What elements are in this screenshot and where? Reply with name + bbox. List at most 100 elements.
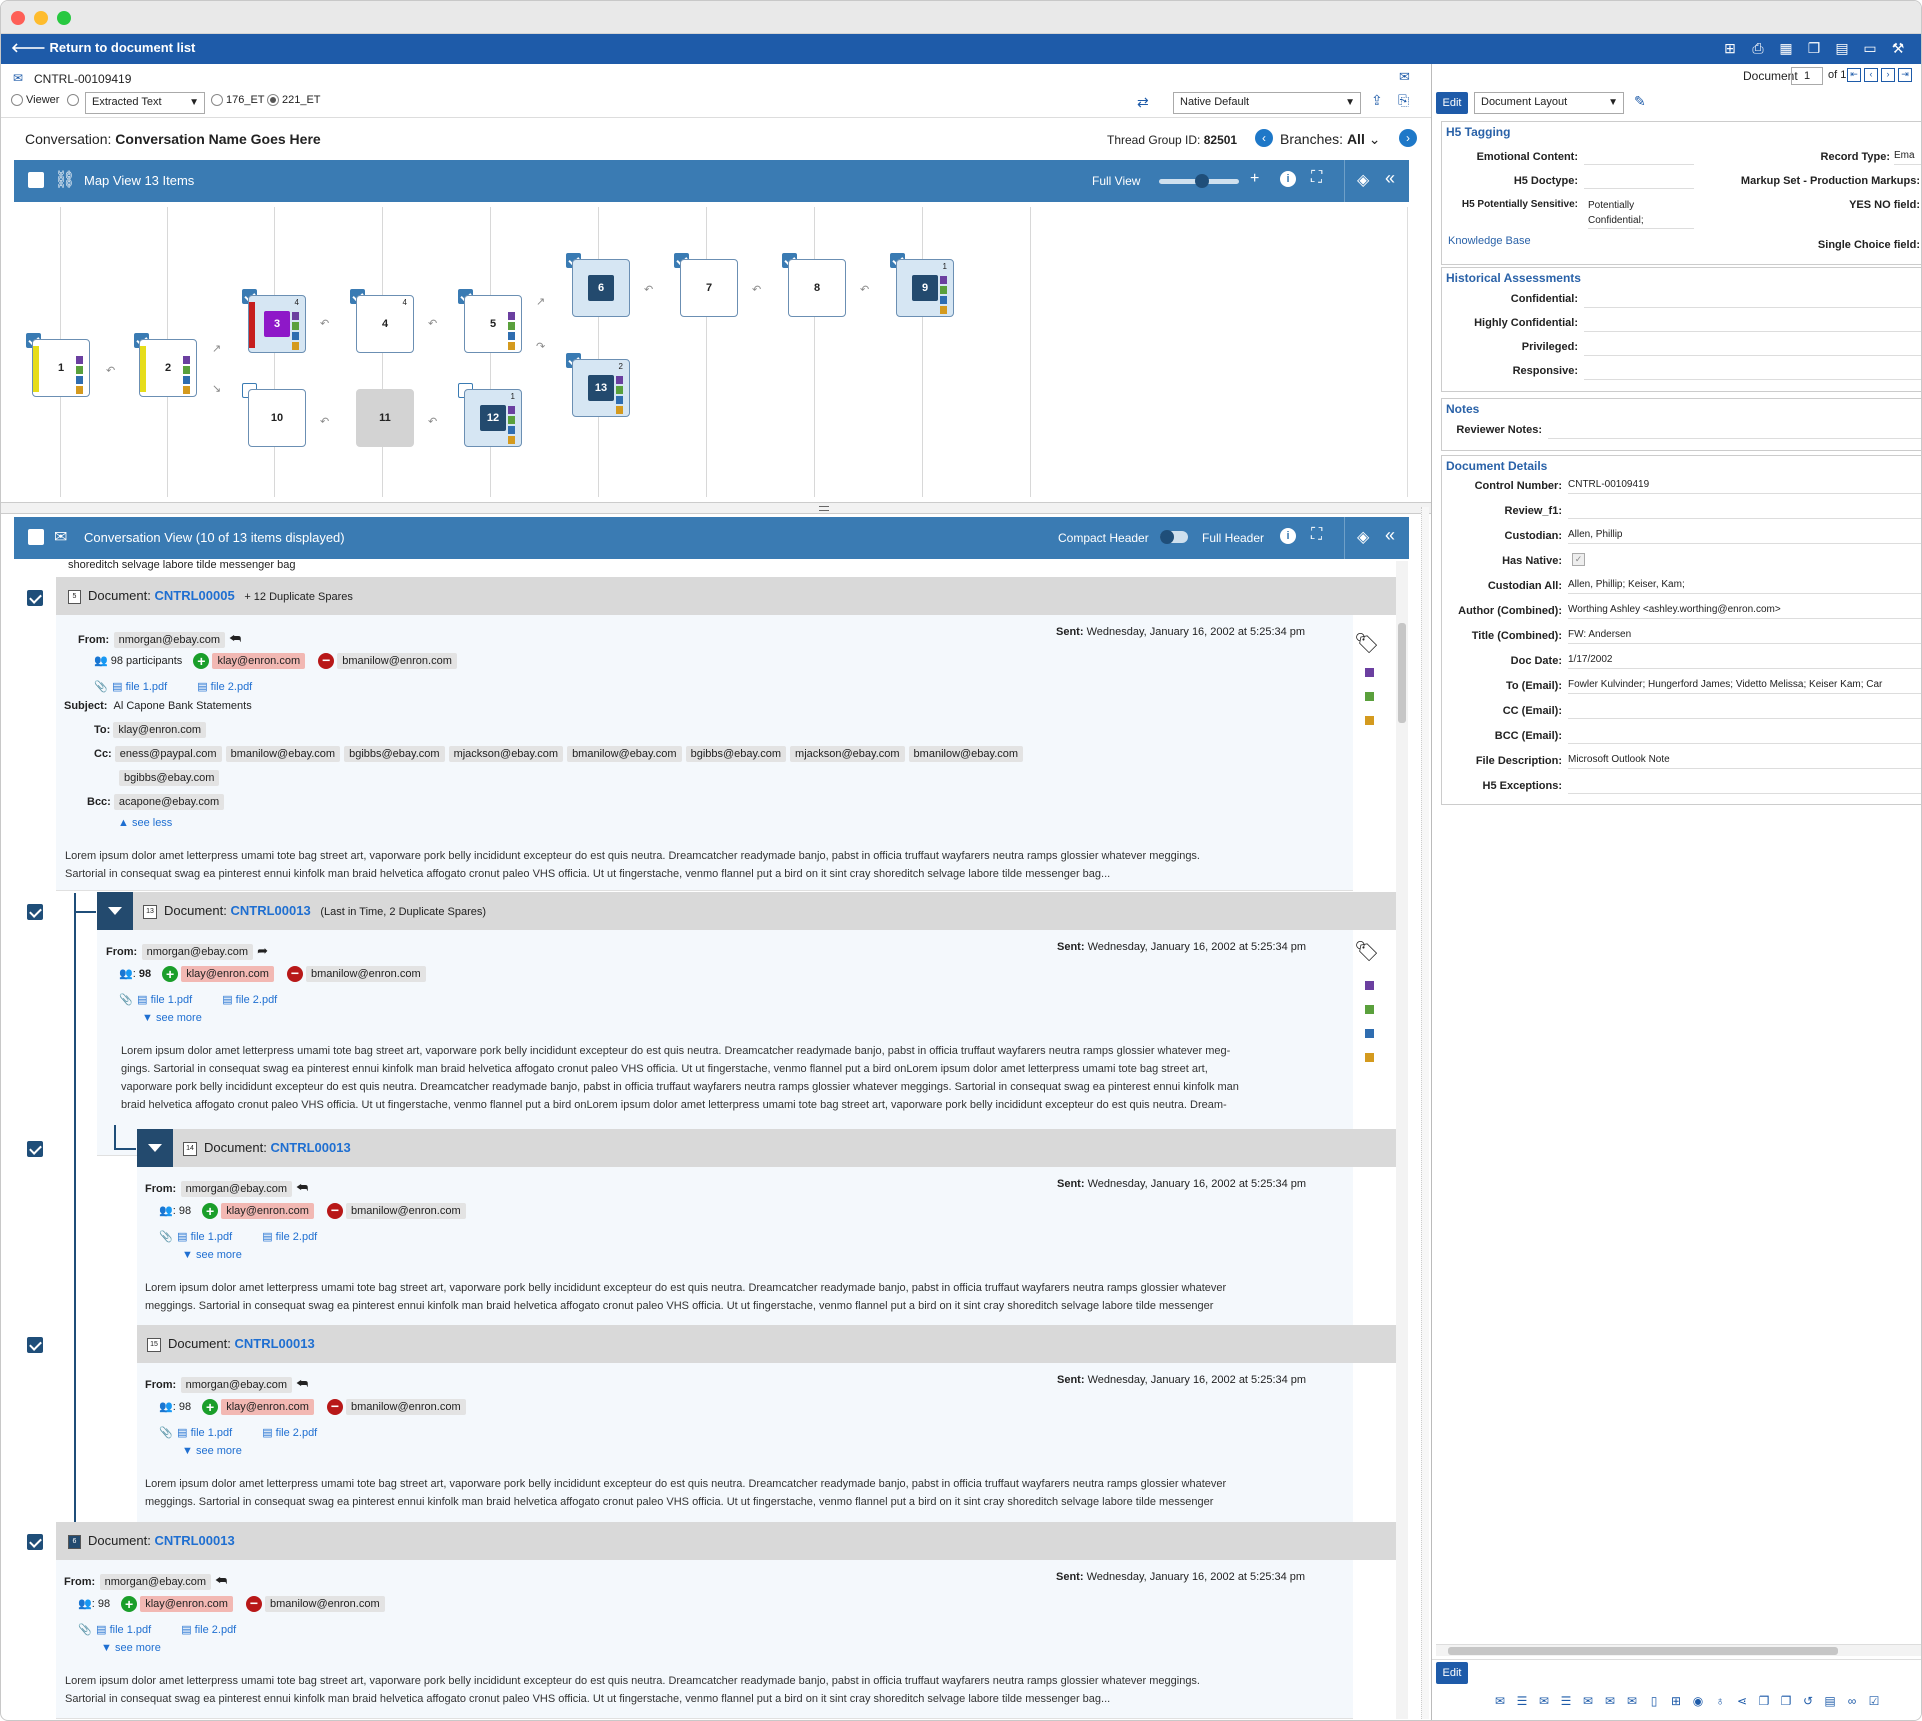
prev-branch-button[interactable]: ‹ bbox=[1255, 129, 1273, 147]
window-icon[interactable]: ❐ bbox=[1805, 40, 1823, 58]
next-doc-button[interactable]: › bbox=[1881, 68, 1895, 82]
lightbulb-icon[interactable]: ♁ bbox=[1712, 1694, 1728, 1710]
tools-icon[interactable]: ⚒ bbox=[1889, 40, 1907, 58]
file-link[interactable]: ▤ file 2.pdf bbox=[262, 1427, 317, 1439]
collapse-icon[interactable]: « bbox=[1385, 168, 1395, 189]
link-icon[interactable]: ∞ bbox=[1844, 1694, 1860, 1710]
fullscreen-icon[interactable]: ⛶ bbox=[1311, 526, 1322, 544]
see-more-link[interactable]: ▼ see more bbox=[182, 1445, 242, 1457]
knowledge-base-link[interactable]: Knowledge Base bbox=[1448, 235, 1531, 247]
doc-header-5[interactable]: 6 Document: CNTRL00013 bbox=[56, 1522, 1396, 1560]
conv-select-all-checkbox[interactable] bbox=[28, 529, 44, 545]
highly-confidential-field[interactable] bbox=[1584, 314, 1921, 332]
map-select-all-checkbox[interactable] bbox=[28, 172, 44, 188]
h5-doctype-field[interactable] bbox=[1584, 171, 1694, 189]
monitor-icon[interactable]: ▭ bbox=[1861, 40, 1879, 58]
layout-icon[interactable]: ▤ bbox=[1833, 40, 1851, 58]
file-link[interactable]: ▤ file 2.pdf bbox=[262, 1231, 317, 1243]
map-node-12[interactable]: 1 12 bbox=[464, 389, 522, 447]
right-panel-hscrollbar[interactable] bbox=[1436, 1644, 1921, 1656]
history-icon[interactable]: ↺ bbox=[1800, 1694, 1816, 1710]
doc-checkbox[interactable] bbox=[27, 1337, 43, 1353]
minimize-window-button[interactable] bbox=[34, 11, 48, 25]
checklist-icon[interactable]: ☑ bbox=[1866, 1694, 1882, 1710]
see-more-link[interactable]: ▼ see more bbox=[182, 1249, 242, 1261]
last-doc-button[interactable]: ⇥ bbox=[1898, 68, 1912, 82]
download-icon[interactable]: ⎘ bbox=[1398, 92, 1409, 109]
add-icon[interactable]: ⊞ bbox=[1721, 40, 1739, 58]
map-node-9[interactable]: 1 9 bbox=[896, 259, 961, 324]
file-link[interactable]: ▤ file 1.pdf bbox=[96, 1624, 151, 1636]
emotional-content-field[interactable] bbox=[1584, 147, 1694, 165]
sensitive-field[interactable]: Potentially Confidential; bbox=[1588, 198, 1694, 229]
map-node-7[interactable]: 7 bbox=[680, 259, 738, 317]
layers-icon[interactable]: ◈ bbox=[1357, 527, 1369, 547]
info-icon[interactable]: i bbox=[1280, 528, 1296, 544]
doc-link[interactable]: CNTRL00013 bbox=[231, 903, 311, 918]
clipboard-icon[interactable]: ▯ bbox=[1646, 1694, 1662, 1710]
doc-checkbox[interactable] bbox=[27, 904, 43, 920]
map-node-3[interactable]: 4 3 bbox=[248, 295, 313, 360]
doc-header-2[interactable]: 13 Document: CNTRL00013 (Last in Time, 2… bbox=[133, 892, 1396, 930]
viewer-radio[interactable]: Viewer bbox=[11, 94, 59, 107]
edit-button[interactable]: Edit bbox=[1436, 92, 1468, 114]
layers-icon[interactable]: ◈ bbox=[1357, 170, 1369, 190]
prev-doc-button[interactable]: ‹ bbox=[1864, 68, 1878, 82]
doc-checkbox[interactable] bbox=[27, 1141, 43, 1157]
record-type-field[interactable]: Ema bbox=[1894, 147, 1921, 165]
collapse-icon[interactable]: « bbox=[1385, 525, 1395, 546]
map-node-10[interactable]: 10 bbox=[248, 389, 313, 454]
option-176-radio[interactable]: 176_ET bbox=[211, 94, 265, 107]
zoom-in-icon[interactable]: + bbox=[1250, 170, 1259, 188]
copy-icon[interactable]: ❐ bbox=[1756, 1694, 1772, 1710]
reviewer-notes-field[interactable] bbox=[1548, 421, 1921, 439]
email-icon[interactable]: ✉ bbox=[1624, 1694, 1640, 1710]
edit-bottom-button[interactable]: Edit bbox=[1436, 1662, 1468, 1684]
email-icon[interactable]: ✉ bbox=[1492, 1694, 1508, 1710]
doc-header-1[interactable]: 5 Document: CNTRL00005 + 12 Duplicate Sp… bbox=[56, 577, 1396, 615]
conversation-scrollbar[interactable] bbox=[1396, 561, 1408, 1719]
extracted-text-select[interactable]: Extracted Text ▼ bbox=[85, 92, 205, 114]
map-node-8[interactable]: 8 bbox=[788, 259, 846, 317]
list-icon[interactable]: ☰ bbox=[1558, 1694, 1574, 1710]
tree-icon[interactable]: ⊞ bbox=[1668, 1694, 1684, 1710]
layout-select[interactable]: Document Layout ▼ bbox=[1474, 92, 1624, 114]
comment-icon[interactable]: ◉ bbox=[1690, 1694, 1706, 1710]
grid-icon[interactable]: ▦ bbox=[1777, 40, 1795, 58]
return-to-list-button[interactable]: 🡐 Return to document list bbox=[11, 40, 195, 56]
first-doc-button[interactable]: ⇤ bbox=[1847, 68, 1861, 82]
extracted-radio[interactable] bbox=[67, 94, 82, 107]
file-link[interactable]: ▤ file 2.pdf bbox=[222, 994, 277, 1006]
doc-header-4[interactable]: 15 Document: CNTRL00013 bbox=[137, 1325, 1396, 1363]
map-node-2[interactable]: 2 bbox=[139, 339, 197, 397]
close-window-button[interactable] bbox=[11, 11, 25, 25]
doc-header-3[interactable]: 14 Document: CNTRL00013 bbox=[173, 1129, 1396, 1167]
file-link[interactable]: ▤ file 1.pdf bbox=[112, 681, 167, 693]
zoom-slider-handle[interactable] bbox=[1195, 174, 1209, 188]
map-node-4[interactable]: 4 4 bbox=[356, 295, 421, 360]
branches-select[interactable]: Branches: All ⌄ bbox=[1280, 131, 1380, 148]
see-less-link[interactable]: ▲ see less bbox=[118, 817, 172, 829]
map-node-1[interactable]: 1 bbox=[32, 339, 90, 397]
copy-icon[interactable]: ❐ bbox=[1778, 1694, 1794, 1710]
native-default-select[interactable]: Native Default ▼ bbox=[1173, 92, 1361, 114]
email-icon[interactable]: ✉ bbox=[1536, 1694, 1552, 1710]
upload-icon[interactable]: ⇪ bbox=[1371, 92, 1383, 109]
confidential-field[interactable] bbox=[1584, 290, 1921, 308]
doc-link[interactable]: CNTRL00005 bbox=[155, 588, 235, 603]
map-node-5[interactable]: 5 bbox=[464, 295, 529, 360]
see-more-link[interactable]: ▼ see more bbox=[142, 1012, 202, 1024]
zoom-window-button[interactable] bbox=[57, 11, 71, 25]
collapse-thread-button[interactable] bbox=[97, 892, 133, 930]
privileged-field[interactable] bbox=[1584, 338, 1921, 356]
doc-link[interactable]: CNTRL00013 bbox=[155, 1533, 235, 1548]
doc-checkbox[interactable] bbox=[27, 590, 43, 606]
pane-splitter[interactable] bbox=[1, 502, 1431, 514]
review-f1-field[interactable] bbox=[1568, 501, 1921, 519]
map-node-11[interactable]: 11 bbox=[356, 389, 414, 447]
see-more-link[interactable]: ▼ see more bbox=[101, 1642, 161, 1654]
info-icon[interactable]: i bbox=[1280, 171, 1296, 187]
option-221-radio[interactable]: 221_ET bbox=[267, 94, 321, 107]
doc-link[interactable]: CNTRL00013 bbox=[271, 1140, 351, 1155]
file-link[interactable]: ▤ file 1.pdf bbox=[177, 1231, 232, 1243]
